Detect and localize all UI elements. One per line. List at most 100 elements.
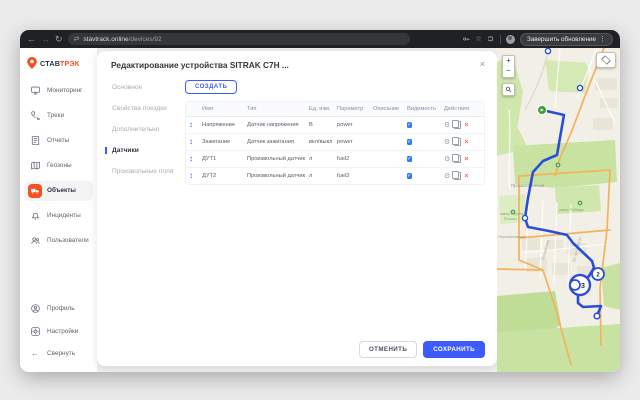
sidebar-item-objects[interactable]: Объекты bbox=[24, 181, 93, 201]
tab-trip-properties[interactable]: Свойства поездки bbox=[105, 105, 185, 112]
bookmark-star-icon[interactable]: ☆ bbox=[475, 35, 482, 43]
copy-icon[interactable] bbox=[454, 172, 461, 180]
copy-icon[interactable] bbox=[454, 138, 461, 146]
cell-unit: л bbox=[309, 173, 337, 179]
delete-x-icon[interactable]: × bbox=[464, 155, 468, 163]
visibility-checkbox[interactable]: ✓ bbox=[407, 173, 412, 179]
table-row: ↕ ДУТ1 Произвольный датчик л fuel2 ✓ ⚙× bbox=[186, 151, 484, 168]
logo[interactable]: СТАВТРЭК bbox=[20, 53, 97, 78]
vehicle-icon bbox=[28, 184, 42, 198]
table-header-row: Имя Тип Ед. изм. Параметр Описание Видим… bbox=[186, 102, 484, 117]
sidebar-item-incidents[interactable]: Инциденты bbox=[24, 206, 93, 226]
delete-x-icon[interactable]: × bbox=[464, 138, 468, 146]
delete-x-icon[interactable]: × bbox=[464, 121, 468, 129]
visibility-checkbox[interactable]: ✓ bbox=[407, 122, 412, 128]
toolbar-divider bbox=[500, 35, 501, 44]
back-icon[interactable]: ← bbox=[27, 35, 36, 44]
copy-icon[interactable] bbox=[454, 155, 461, 163]
drag-handle-icon[interactable]: ↕ bbox=[189, 138, 202, 146]
cell-type: Датчик зажигания bbox=[247, 139, 309, 145]
logo-pin-icon bbox=[27, 57, 37, 69]
drag-handle-icon[interactable]: ↕ bbox=[189, 172, 202, 180]
map-tiles: Промышленный сквер Победы сквер Героев Р… bbox=[497, 48, 620, 372]
col-header-description: Описание bbox=[373, 106, 407, 112]
extensions-puzzle-icon[interactable] bbox=[487, 35, 495, 43]
map-layers-button[interactable] bbox=[596, 52, 616, 68]
cluster-marker[interactable]: 3 bbox=[570, 275, 590, 295]
map-canvas[interactable]: Промышленный сквер Победы сквер Героев Р… bbox=[497, 48, 620, 372]
settings-gear-icon[interactable]: ⚙ bbox=[444, 173, 450, 180]
finish-update-button[interactable]: Завершить обновление ⋮ bbox=[520, 33, 613, 46]
sidebar-item-settings[interactable]: Настройки bbox=[24, 321, 93, 341]
map-label-district: Промышленный bbox=[511, 183, 545, 188]
sidebar-item-geofences[interactable]: Геозоны bbox=[24, 156, 93, 176]
sidebar-footer: Профиль Настройки ← Свернуть bbox=[20, 296, 97, 372]
cluster-marker[interactable]: 2 bbox=[592, 268, 604, 280]
sensors-table: Имя Тип Ед. изм. Параметр Описание Видим… bbox=[185, 101, 485, 185]
sidebar-item-label: Инциденты bbox=[47, 212, 81, 219]
browser-window: ← → ↻ ⇄ stavtrack.online/devices/92 ☆ За… bbox=[20, 30, 620, 372]
copy-icon[interactable] bbox=[454, 121, 461, 129]
cell-param: power bbox=[337, 122, 373, 128]
settings-gear-icon[interactable]: ⚙ bbox=[444, 139, 450, 146]
tune-icon: ⇄ bbox=[74, 36, 80, 43]
create-button[interactable]: СОЗДАТЬ bbox=[185, 80, 237, 94]
tab-sensors[interactable]: Датчики bbox=[105, 147, 185, 154]
sidebar-item-label: Отчеты bbox=[47, 137, 69, 144]
visibility-checkbox[interactable]: ✓ bbox=[407, 156, 412, 162]
cancel-button[interactable]: ОТМЕНИТЬ bbox=[359, 341, 417, 358]
delete-x-icon[interactable]: × bbox=[464, 172, 468, 180]
settings-gear-icon[interactable]: ⚙ bbox=[444, 156, 450, 163]
tab-additional[interactable]: Дополнительно bbox=[105, 126, 185, 133]
cell-unit: вкл/выкл bbox=[309, 139, 337, 145]
finish-update-label: Завершить обновление bbox=[527, 36, 596, 43]
cell-param: fuel3 bbox=[337, 173, 373, 179]
sidebar-item-label: Настройки bbox=[47, 328, 78, 335]
close-icon[interactable]: × bbox=[480, 60, 485, 69]
settings-gear-icon[interactable]: ⚙ bbox=[444, 122, 450, 129]
col-header-actions: Действия bbox=[444, 106, 477, 112]
map-search-button[interactable] bbox=[502, 83, 515, 96]
tab-custom-fields[interactable]: Произвольные поля bbox=[105, 168, 185, 175]
cell-name: Зажигание bbox=[202, 139, 247, 145]
cell-param: fuel2 bbox=[337, 156, 373, 162]
password-key-icon[interactable] bbox=[462, 35, 470, 43]
drag-handle-icon[interactable]: ↕ bbox=[189, 155, 202, 163]
url-path: /devices/92 bbox=[129, 36, 162, 43]
start-marker[interactable] bbox=[537, 105, 546, 114]
settings-icon bbox=[28, 324, 42, 338]
edit-device-modal: Редактирование устройства SITRAK C7H ...… bbox=[97, 51, 497, 366]
visibility-checkbox[interactable]: ✓ bbox=[407, 139, 412, 145]
forward-icon[interactable]: → bbox=[41, 35, 50, 44]
tab-main[interactable]: Основное bbox=[105, 84, 185, 91]
sidebar-item-monitoring[interactable]: Мониторинг bbox=[24, 81, 93, 101]
sidebar-item-label: Свернуть bbox=[47, 350, 75, 357]
sidebar-item-collapse[interactable]: ← Свернуть bbox=[24, 344, 93, 364]
profile-avatar[interactable] bbox=[506, 35, 515, 44]
drag-handle-icon[interactable]: ↕ bbox=[189, 121, 202, 129]
col-header-unit: Ед. изм. bbox=[309, 106, 337, 112]
menu-kebab-icon[interactable]: ⋮ bbox=[599, 35, 606, 43]
sidebar-item-tracks[interactable]: Треки bbox=[24, 106, 93, 126]
cell-type: Датчик напряжения bbox=[247, 122, 309, 128]
map-label-street: Перспективный bbox=[498, 235, 526, 239]
modal-footer: ОТМЕНИТЬ СОХРАНИТЬ bbox=[185, 335, 485, 358]
users-icon bbox=[28, 234, 42, 248]
map-zoom-out-button[interactable]: − bbox=[502, 66, 515, 78]
col-header-visibility: Видимость bbox=[407, 106, 444, 112]
report-icon bbox=[28, 134, 42, 148]
col-header-type: Тип bbox=[247, 106, 309, 112]
col-header-name: Имя bbox=[202, 106, 247, 112]
sidebar-item-profile[interactable]: Профиль bbox=[24, 299, 93, 319]
profile-icon bbox=[28, 302, 42, 316]
sidebar-item-users[interactable]: Пользователи bbox=[24, 231, 93, 251]
content-area: Редактирование устройства SITRAK C7H ...… bbox=[97, 48, 497, 372]
modal-header: Редактирование устройства SITRAK C7H ...… bbox=[105, 60, 485, 70]
sidebar-item-label: Профиль bbox=[47, 305, 75, 312]
save-button[interactable]: СОХРАНИТЬ bbox=[423, 341, 485, 358]
address-bar[interactable]: ⇄ stavtrack.online/devices/92 bbox=[68, 33, 410, 45]
sidebar-item-reports[interactable]: Отчеты bbox=[24, 131, 93, 151]
reload-icon[interactable]: ↻ bbox=[55, 35, 63, 44]
url-text: stavtrack.online/devices/92 bbox=[83, 36, 161, 43]
sidebar-item-label: Треки bbox=[47, 112, 64, 119]
